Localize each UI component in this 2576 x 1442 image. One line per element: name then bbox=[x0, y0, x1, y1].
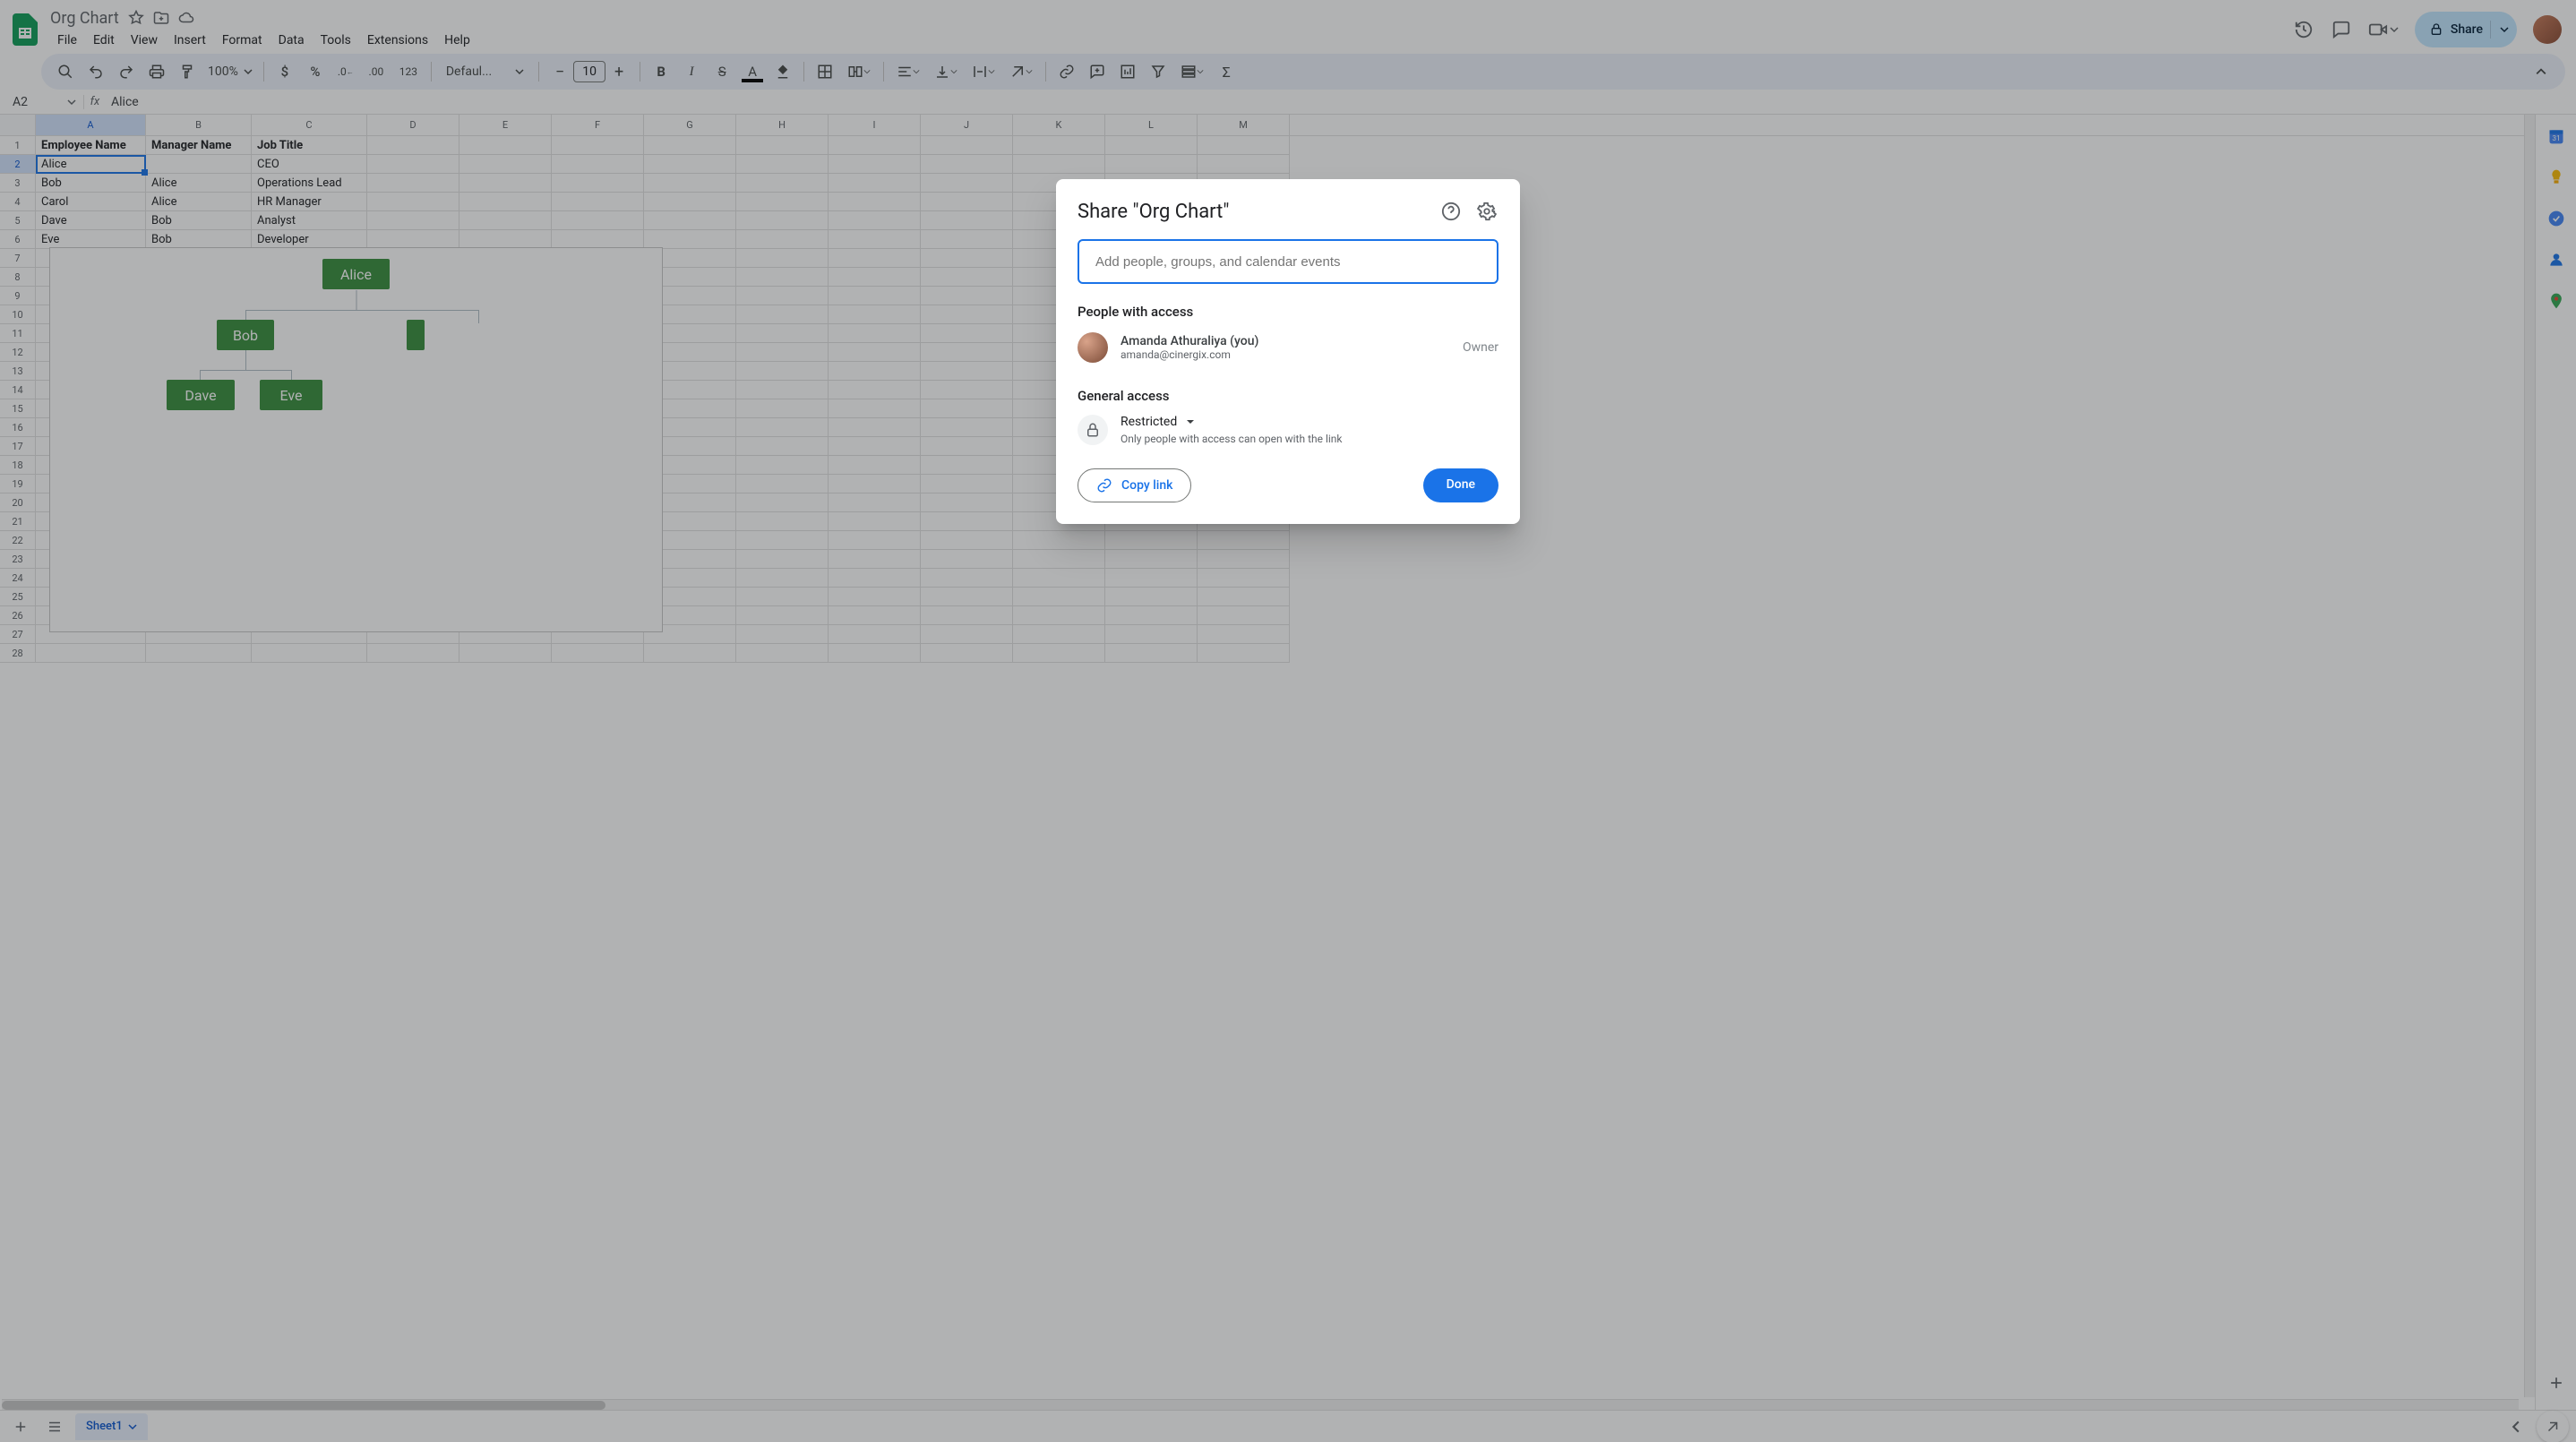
person-name: Amanda Athuraliya (you) bbox=[1121, 334, 1258, 348]
done-label: Done bbox=[1447, 477, 1475, 492]
lock-icon bbox=[1078, 415, 1108, 445]
modal-scrim[interactable]: Share "Org Chart" People with access Ama… bbox=[0, 0, 2576, 1442]
access-level-label: Restricted bbox=[1121, 415, 1177, 429]
add-people-input-wrap[interactable] bbox=[1078, 239, 1498, 284]
copy-link-button[interactable]: Copy link bbox=[1078, 468, 1191, 502]
person-role: Owner bbox=[1463, 340, 1498, 355]
general-access-title: General access bbox=[1078, 388, 1498, 404]
copy-link-label: Copy link bbox=[1121, 478, 1172, 493]
add-people-input[interactable] bbox=[1094, 253, 1482, 270]
person-avatar bbox=[1078, 332, 1108, 363]
access-description: Only people with access can open with th… bbox=[1121, 433, 1343, 445]
gear-icon[interactable] bbox=[1477, 202, 1498, 223]
share-dialog: Share "Org Chart" People with access Ama… bbox=[1056, 179, 1520, 524]
access-level-select[interactable]: Restricted bbox=[1121, 415, 1343, 429]
person-row: Amanda Athuraliya (you) amanda@cinergix.… bbox=[1078, 332, 1498, 363]
person-email: amanda@cinergix.com bbox=[1121, 348, 1258, 361]
dialog-title: Share "Org Chart" bbox=[1078, 201, 1441, 223]
done-button[interactable]: Done bbox=[1423, 468, 1498, 502]
people-access-title: People with access bbox=[1078, 304, 1498, 320]
help-icon[interactable] bbox=[1441, 202, 1463, 223]
